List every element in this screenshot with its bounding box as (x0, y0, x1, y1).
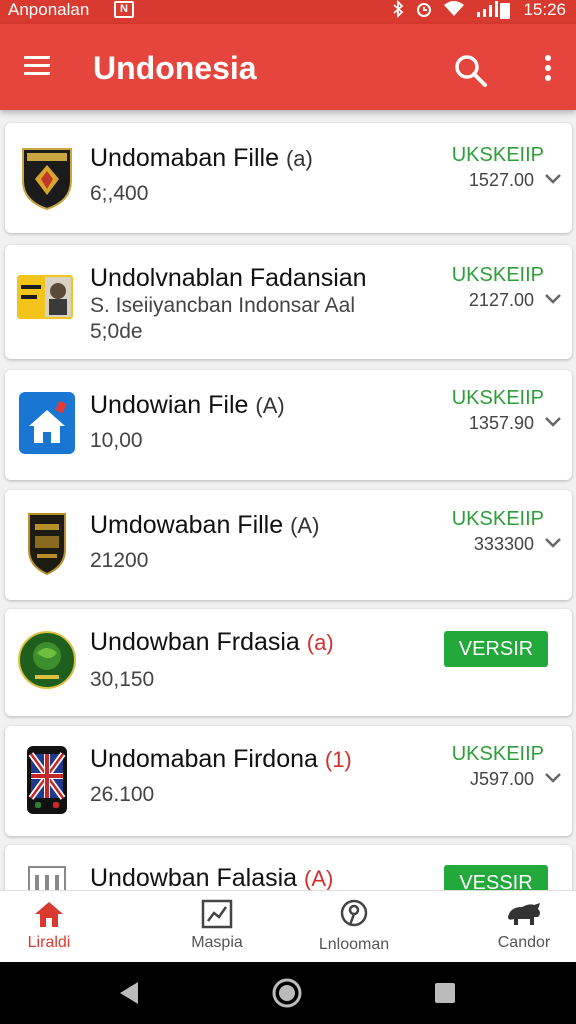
chevron-down-icon[interactable] (544, 537, 562, 549)
bottom-navigation: Liraldi Maspia Lnlooman Candor (0, 890, 576, 962)
menu-icon[interactable] (24, 56, 50, 76)
list-item[interactable]: Undomaban Firdona (1) 26.100 UKSKEIIP J5… (5, 726, 572, 836)
badge-crest-icon (28, 513, 66, 576)
item-detail: 5;0de (90, 320, 143, 343)
app-list: Undomaban Fille (a) 6;,400 UKSKEIIP 1527… (0, 110, 576, 890)
nav-item-home[interactable]: Liraldi (0, 897, 104, 959)
item-price: 2127.00 (468, 290, 534, 310)
item-title: Undowban Frdasia (a) (90, 628, 334, 656)
item-title: Undowban Falasia (A) (90, 864, 334, 890)
system-navigation (0, 962, 576, 1024)
list-item[interactable]: Undowban Frdasia (a) 30,150 VERSIR (5, 609, 572, 716)
version-button[interactable]: VESSIR (444, 865, 548, 890)
list-item[interactable]: Undowban Falasia (A) VESSIR (5, 845, 572, 890)
nav-label: Maspia (191, 934, 243, 951)
nav-label: Liraldi (27, 934, 71, 951)
item-subtitle: 26.100 (90, 783, 155, 806)
item-title: Undolvnablan Fadansian (90, 264, 367, 292)
item-subtitle: S. Iseiiyancban Indonsar Aal (90, 294, 356, 317)
list-item[interactable]: Undolvnablan Fadansian S. Iseiiyancban I… (5, 245, 572, 359)
list-item[interactable]: Undowian File (A) 10,00 UKSKEIIP 1357.90 (5, 370, 572, 480)
building-icon (28, 866, 66, 890)
back-icon[interactable] (112, 976, 146, 1010)
portrait-poster-icon (17, 275, 73, 319)
home-app-icon (19, 392, 75, 454)
system-icons (392, 0, 500, 20)
item-status: UKSKEIIP (451, 508, 544, 530)
home-icon (35, 902, 63, 927)
nav-label: Lnlooman (318, 936, 390, 953)
item-status: UKSKEIIP (451, 144, 544, 166)
chevron-down-icon[interactable] (544, 772, 562, 784)
bluetooth-icon (393, 0, 404, 19)
clock: 15:26 (523, 0, 566, 19)
search-icon[interactable] (452, 52, 488, 88)
item-subtitle: 6;,400 (90, 182, 149, 205)
item-status: UKSKEIIP (451, 743, 544, 765)
item-price: J597.00 (469, 769, 534, 789)
item-price: 333300 (473, 534, 534, 554)
animal-icon (508, 903, 540, 925)
app-bar: Undonesia (0, 24, 576, 110)
item-subtitle: 21200 (90, 549, 149, 572)
home-button-icon[interactable] (270, 976, 304, 1010)
item-subtitle: 30,150 (90, 668, 155, 691)
nav-item-animal[interactable]: Candor (469, 897, 576, 959)
notification-icon: N (114, 1, 134, 18)
nav-item-chart[interactable]: Maspia (162, 897, 272, 959)
phone-flag-icon (27, 746, 67, 814)
item-status: UKSKEIIP (451, 264, 544, 286)
globe-emblem-icon (18, 631, 76, 689)
nav-item-search[interactable]: Lnlooman (299, 897, 409, 959)
list-item[interactable]: Umdowaban Fille (A) 21200 UKSKEIIP 33330… (5, 490, 572, 600)
item-price: 1527.00 (468, 170, 534, 190)
item-title: Undomaban Firdona (1) (90, 745, 352, 773)
search-location-icon (340, 899, 368, 927)
nav-label: Candor (497, 934, 551, 951)
status-bar: Anponalan N 15:26 (0, 0, 576, 24)
chevron-down-icon[interactable] (544, 173, 562, 185)
wifi-icon (444, 1, 465, 16)
signal-icon (477, 1, 498, 17)
chart-icon (201, 899, 233, 929)
chevron-down-icon[interactable] (544, 293, 562, 305)
list-item[interactable]: Undomaban Fille (a) 6;,400 UKSKEIIP 1527… (5, 123, 572, 233)
alarm-icon (416, 3, 431, 17)
carrier-name: Anponalan (8, 0, 90, 19)
item-subtitle: 10,00 (90, 429, 143, 452)
item-status: UKSKEIIP (451, 387, 544, 409)
version-button[interactable]: VERSIR (444, 631, 548, 667)
recents-icon[interactable] (428, 976, 462, 1010)
item-title: Undomaban Fille (a) (90, 144, 313, 172)
battery-icon (500, 3, 510, 19)
shield-emblem-icon (22, 148, 72, 211)
chevron-down-icon[interactable] (544, 416, 562, 428)
more-options-icon[interactable] (536, 50, 560, 86)
item-title: Undowian File (A) (90, 391, 285, 419)
item-title: Umdowaban Fille (A) (90, 511, 320, 539)
item-price: 1357.90 (468, 413, 534, 433)
page-title: Undonesia (93, 50, 257, 86)
